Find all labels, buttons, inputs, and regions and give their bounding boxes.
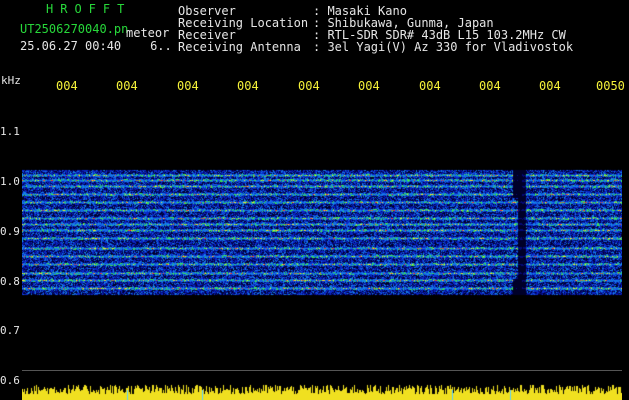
y-axis-unit: kHz [1, 74, 21, 87]
y-tick-0.6: 0.6 [0, 374, 20, 387]
x-tick-4: 004 [237, 79, 259, 93]
x-tick-1: 004 [56, 79, 78, 93]
datetime-value: 25.06.27 00:40 [20, 39, 122, 53]
recording-datetime: 25.06.27 00:40 6.. [20, 40, 172, 52]
x-tick-5: 004 [298, 79, 320, 93]
y-tick-1.0: 1.0 [0, 175, 20, 188]
y-tick-0.9: 0.9 [0, 225, 20, 238]
x-tick-7: 004 [419, 79, 441, 93]
file-tag: meteor [126, 26, 170, 40]
x-tick-6: 004 [358, 79, 380, 93]
x-tick-10: 0050 [596, 79, 625, 93]
x-tick-9: 004 [539, 79, 561, 93]
power-baseline-line [22, 370, 622, 371]
y-tick-1.1: 1.1 [0, 125, 20, 138]
file-name: UT2506270040.pn [20, 22, 129, 36]
spectrogram-canvas [22, 98, 622, 400]
x-tick-3: 004 [177, 79, 199, 93]
y-tick-0.7: 0.7 [0, 324, 20, 337]
y-tick-0.8: 0.8 [0, 275, 20, 288]
info-label-antenna: Receiving Antenna [178, 40, 301, 54]
app-title: HROFFT [46, 2, 132, 16]
datetime-extra: 6.. [150, 39, 172, 53]
x-tick-8: 004 [479, 79, 501, 93]
info-value-antenna: : 3el Yagi(V) Az 330 for Vladivostok [313, 40, 574, 54]
hrofft-spectrogram-window: HROFFT UT2506270040.pn meteor 25.06.27 0… [0, 0, 629, 400]
x-tick-2: 004 [116, 79, 138, 93]
